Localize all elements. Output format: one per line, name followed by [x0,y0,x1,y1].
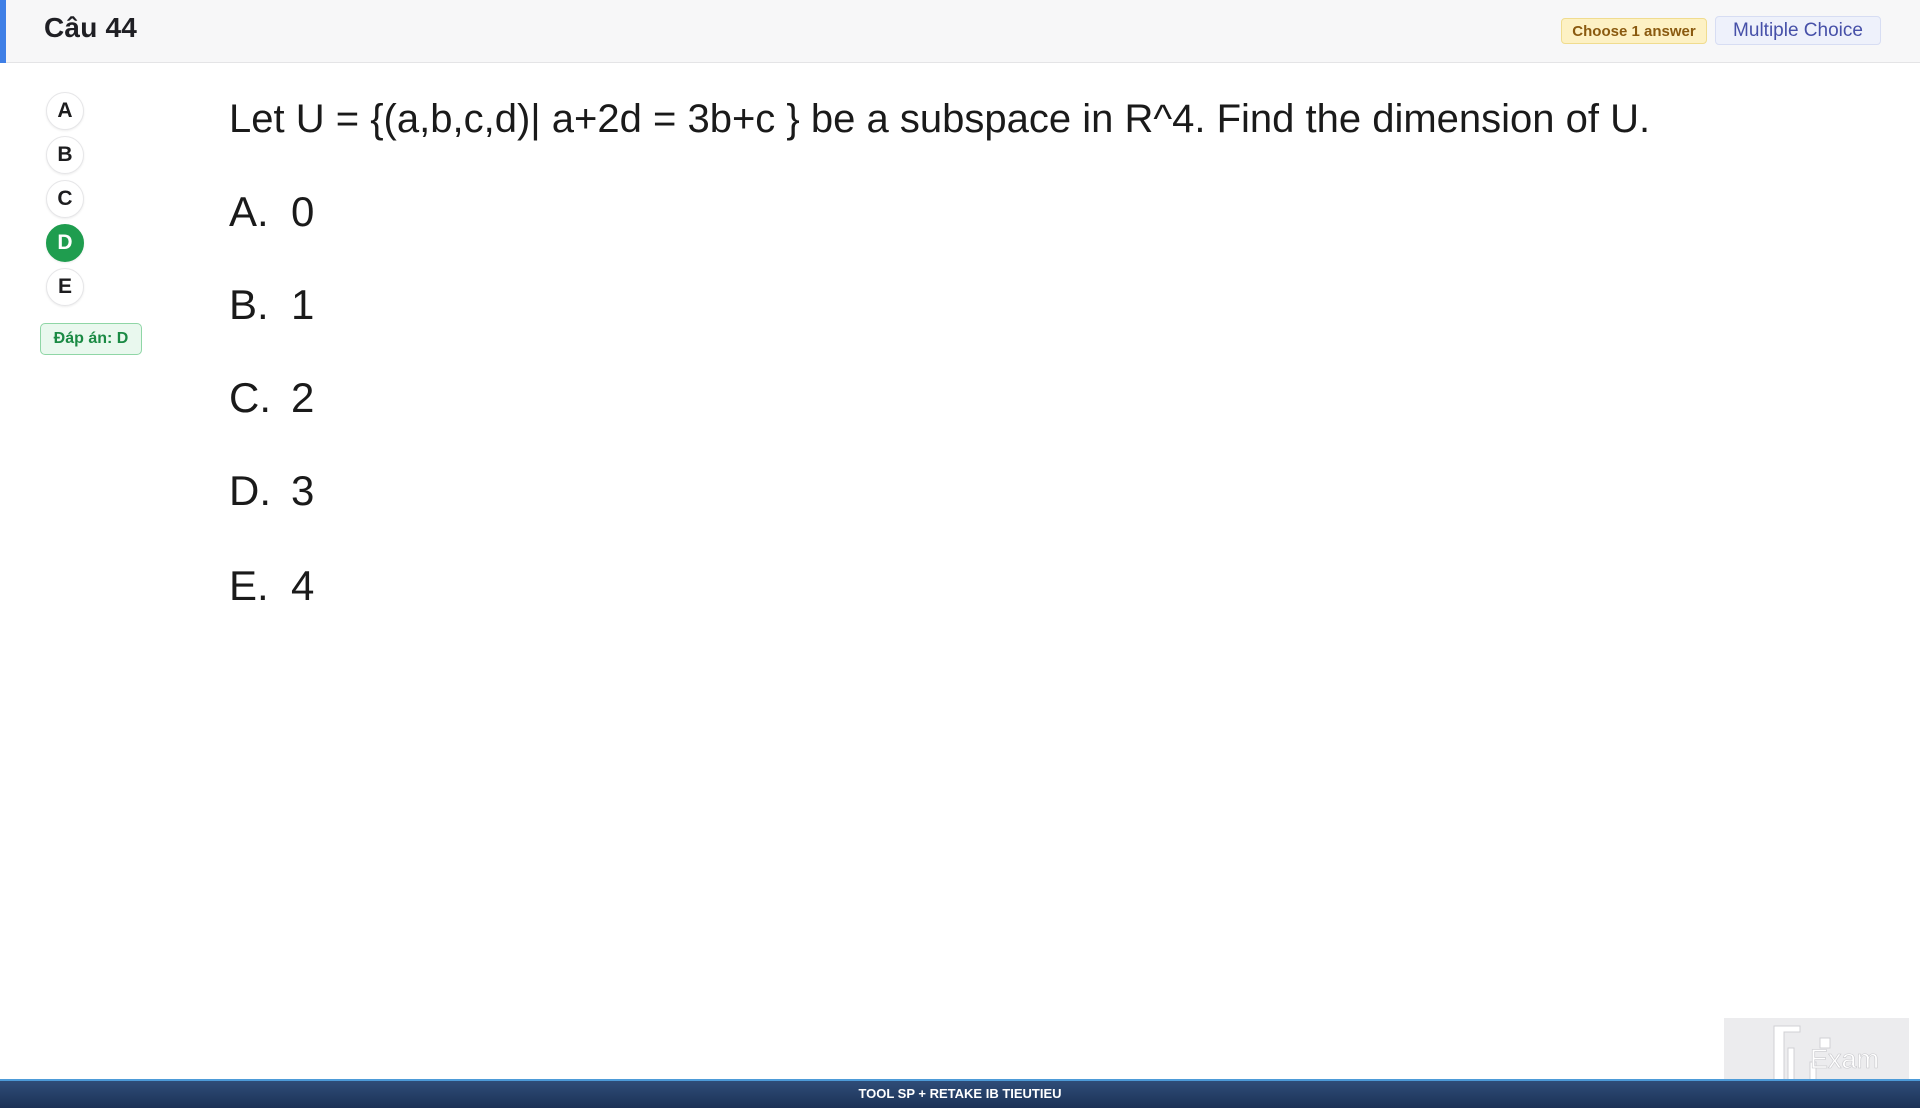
choice-value: 2 [291,374,315,421]
choice-letter: D. [229,467,271,514]
choice-c: C. 2 [229,374,314,422]
choice-value: 0 [291,188,315,235]
question-type-badge: Multiple Choice [1715,16,1881,45]
choice-e: E. 4 [229,562,314,610]
correct-answer-tag: Đáp án: D [40,323,142,355]
choice-value: 3 [291,467,315,514]
option-button-b[interactable]: B [46,136,84,174]
choice-letter: A. [229,188,269,235]
choice-d: D. 3 [229,467,314,515]
choice-value: 4 [291,562,315,609]
choice-letter: B. [229,281,269,328]
choice-letter: C. [229,374,271,421]
choice-b: B. 1 [229,281,314,329]
question-text: Let U = {(a,b,c,d)| a+2d = 3b+c } be a s… [229,97,1651,141]
option-button-c[interactable]: C [46,180,84,218]
option-button-e[interactable]: E [46,268,84,306]
exam-page: Câu 44 Choose 1 answer Multiple Choice A… [0,0,1920,1108]
option-button-d[interactable]: D [46,224,84,262]
choice-letter: E. [229,562,269,609]
choice-value: 1 [291,281,315,328]
question-number: Câu 44 [44,12,138,43]
choose-count-badge: Choose 1 answer [1561,18,1707,44]
question-header: Câu 44 Choose 1 answer Multiple Choice [0,0,1920,63]
choice-a: A. 0 [229,188,314,236]
svg-text:Exam: Exam [1810,1044,1879,1074]
footer-banner: TOOL SP + RETAKE IB TIEUTIEU [0,1079,1920,1108]
header-accent-bar [0,0,6,63]
option-button-a[interactable]: A [46,92,84,130]
